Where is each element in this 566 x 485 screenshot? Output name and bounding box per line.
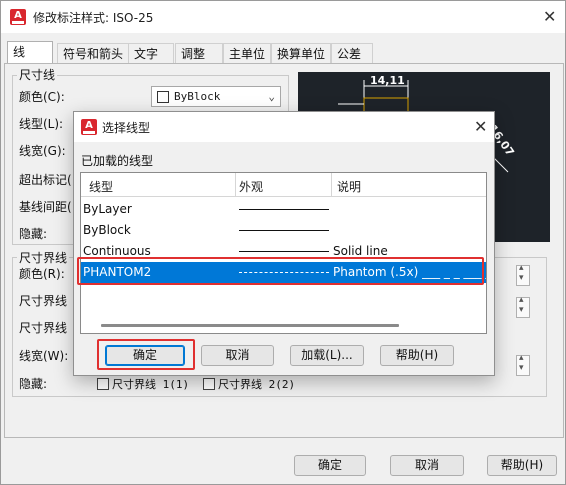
load-button[interactable]: 加载(L)... — [290, 345, 364, 366]
cancel-button[interactable]: 取消 — [390, 455, 464, 476]
column-appearance[interactable]: 外观 — [239, 178, 263, 195]
tab-alternate-units[interactable]: 换算单位 — [271, 43, 331, 64]
extline-lineweight-label: 线宽(W): — [19, 349, 69, 363]
linetype-appearance — [239, 251, 329, 252]
checkbox-ext2[interactable] — [203, 378, 215, 390]
dimline-group-label: 尺寸线 — [17, 66, 58, 83]
checkbox-ext1[interactable] — [97, 378, 109, 390]
autocad-app-icon: A — [81, 119, 97, 135]
extline-suppress-label: 隐藏: — [19, 377, 48, 391]
column-linetype[interactable]: 线型 — [89, 178, 113, 195]
tab-tolerances[interactable]: 公差 — [331, 43, 373, 64]
preview-dimension-text: 14,11 — [370, 74, 405, 87]
linetype-appearance — [239, 272, 329, 273]
extline-color-label: 颜色(R): — [19, 267, 65, 281]
suppress-ext2-checkbox[interactable]: 尺寸界线 2(2) — [203, 376, 295, 392]
tab-symbols-arrows[interactable]: 符号和箭头 — [57, 43, 129, 64]
list-item-phantom2[interactable]: PHANTOM2 Phantom (.5x) ___ _ _ ___ _ — [81, 262, 486, 283]
linetype-description: Solid line — [333, 244, 388, 258]
help-button[interactable]: 帮助(H) — [487, 455, 557, 476]
dimline-linetype-label: 线型(L): — [19, 117, 64, 131]
spinner-icon[interactable] — [516, 353, 530, 376]
linetype-name: PHANTOM2 — [83, 265, 152, 279]
tab-lines[interactable]: 线 — [7, 41, 53, 64]
baseline-spacing-label: 基线间距( — [19, 200, 72, 214]
horizontal-scrollbar[interactable] — [101, 324, 399, 327]
linetype-name: ByLayer — [83, 202, 132, 216]
linetype-name: ByBlock — [83, 223, 131, 237]
suppress-ext2-label: 尺寸界线 2(2) — [218, 378, 296, 391]
linetype-description: Phantom (.5x) ___ _ _ ___ _ — [333, 265, 487, 279]
suppress-ext1-checkbox[interactable]: 尺寸界线 1(1) — [97, 376, 189, 392]
tab-primary-units[interactable]: 主单位 — [223, 43, 271, 64]
cancel-button[interactable]: 取消 — [201, 345, 274, 366]
extend-beyond-ticks-label: 超出标记( — [19, 173, 72, 187]
linetype-appearance — [239, 230, 329, 231]
titlebar: A 修改标注样式: ISO-25 ✕ — [1, 1, 565, 33]
extline1-linetype-label: 尺寸界线 — [19, 294, 68, 308]
ok-button[interactable]: 确定 — [105, 345, 185, 366]
close-icon[interactable]: ✕ — [543, 9, 556, 25]
spinner-icon[interactable] — [516, 263, 530, 286]
dimline-color-value: ByBlock — [174, 90, 221, 103]
help-button[interactable]: 帮助(H) — [380, 345, 454, 366]
list-item-byblock[interactable]: ByBlock — [81, 220, 486, 241]
dimline-color-label: 颜色(C): — [19, 90, 65, 104]
spinner-icon[interactable] — [516, 295, 530, 318]
tab-strip: 线 符号和箭头 文字 调整 主单位 换算单位 公差 — [1, 41, 565, 64]
chevron-down-icon: ⌄ — [268, 90, 275, 103]
extline-group-label: 尺寸界线 — [17, 249, 70, 266]
column-divider — [331, 173, 332, 197]
linetype-name: Continuous — [83, 244, 151, 258]
suppress-ext1-label: 尺寸界线 1(1) — [112, 378, 190, 391]
select-linetype-dialog: A 选择线型 ✕ 已加载的线型 线型 外观 说明 ByLayer ByBlock… — [73, 111, 495, 376]
loaded-linetypes-label: 已加载的线型 — [81, 154, 154, 168]
list-header: 线型 外观 说明 — [81, 173, 486, 197]
list-item-continuous[interactable]: Continuous Solid line — [81, 241, 486, 262]
autocad-app-icon: A — [10, 9, 26, 25]
column-divider — [235, 173, 236, 197]
dimline-lineweight-label: 线宽(G): — [19, 144, 66, 158]
column-description[interactable]: 说明 — [337, 178, 361, 195]
dimline-color-select[interactable]: ByBlock ⌄ — [151, 86, 281, 107]
child-titlebar: A 选择线型 ✕ — [74, 112, 494, 142]
window-title: 修改标注样式: ISO-25 — [33, 11, 154, 25]
color-swatch — [157, 91, 169, 103]
linetype-list[interactable]: 线型 外观 说明 ByLayer ByBlock Continuous Soli… — [80, 172, 487, 334]
close-icon[interactable]: ✕ — [474, 119, 487, 135]
tab-text[interactable]: 文字 — [128, 43, 174, 64]
dimline-suppress-label: 隐藏: — [19, 227, 48, 241]
child-window-title: 选择线型 — [102, 121, 151, 135]
tab-fit[interactable]: 调整 — [175, 43, 223, 64]
extline2-linetype-label: 尺寸界线 — [19, 321, 68, 335]
linetype-appearance — [239, 209, 329, 210]
ok-button[interactable]: 确定 — [294, 455, 366, 476]
list-item-bylayer[interactable]: ByLayer — [81, 199, 486, 220]
